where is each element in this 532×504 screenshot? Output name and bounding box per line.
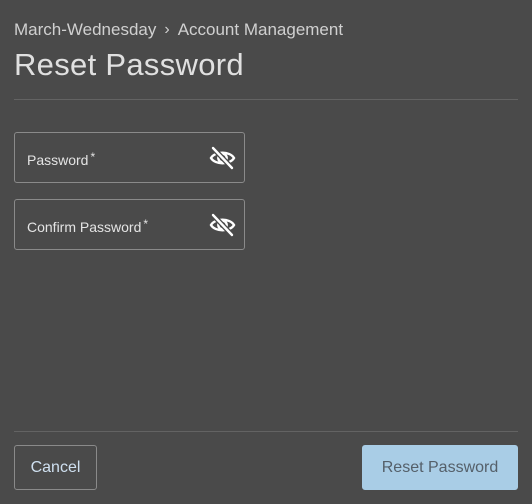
reset-password-dialog: March-Wednesday › Account Management Res… <box>0 0 532 504</box>
confirm-password-field[interactable]: Confirm Password * <box>14 199 245 250</box>
cancel-button[interactable]: Cancel <box>14 445 97 490</box>
page-title: Reset Password <box>14 47 244 82</box>
toggle-confirm-password-visibility-button[interactable] <box>208 212 236 238</box>
eye-slash-icon <box>209 146 235 170</box>
password-label: Password * <box>27 150 96 168</box>
breadcrumb-separator: › <box>164 21 170 38</box>
reset-password-button[interactable]: Reset Password <box>362 445 518 490</box>
breadcrumb: March-Wednesday › Account Management <box>14 20 343 40</box>
required-mark: * <box>90 150 96 164</box>
breadcrumb-item-org[interactable]: March-Wednesday <box>14 20 156 40</box>
password-field[interactable]: Password * <box>14 132 245 183</box>
toggle-password-visibility-button[interactable] <box>208 145 236 171</box>
header-divider <box>14 99 518 100</box>
confirm-password-label: Confirm Password * <box>27 217 149 235</box>
eye-slash-icon <box>209 213 235 237</box>
breadcrumb-item-account-management[interactable]: Account Management <box>178 20 343 40</box>
required-mark: * <box>143 217 149 231</box>
footer-divider <box>14 431 518 432</box>
